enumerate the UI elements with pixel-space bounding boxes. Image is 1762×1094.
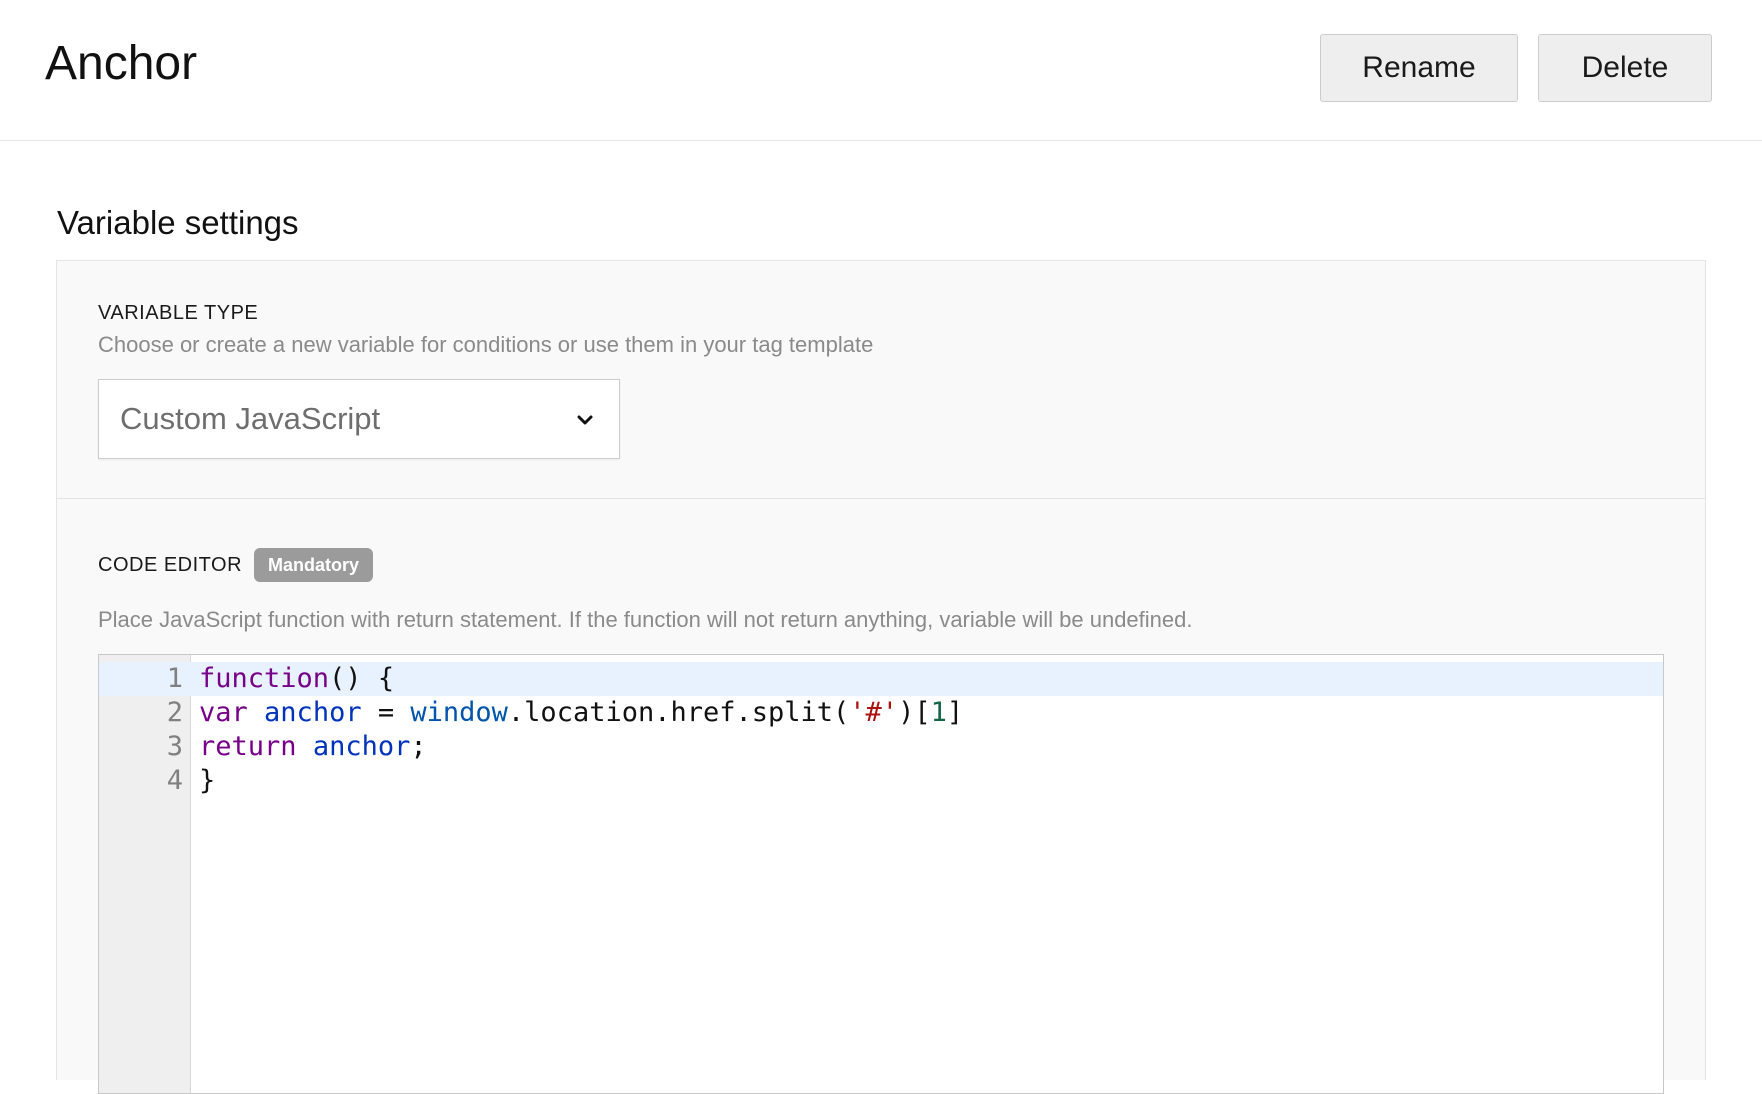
code-editor[interactable]: 1 function() { 2 var anchor = window.locati…	[98, 654, 1664, 1094]
code-line-text: }	[199, 764, 215, 798]
code-editor-label: CODE EDITOR	[98, 554, 243, 576]
section-title: Variable settings	[57, 204, 299, 241]
code-token: .location.href.split(	[507, 697, 850, 728]
code-line-text: var anchor = window.location.href.split(…	[199, 696, 963, 730]
code-line-text: function() {	[199, 662, 394, 696]
chevron-down-icon	[577, 415, 593, 425]
variable-type-label: VARIABLE TYPE	[98, 302, 259, 324]
page-title: Anchor	[45, 37, 198, 90]
code-line[interactable]: 2 var anchor = window.location.href.split…	[99, 696, 1663, 730]
variable-type-select[interactable]: Custom JavaScript	[98, 379, 620, 459]
variable-settings-panel: VARIABLE TYPE Choose or create a new var…	[56, 260, 1706, 1094]
code-editor-help: Place JavaScript function with return st…	[98, 607, 1193, 632]
code-token: anchor	[264, 697, 362, 728]
line-number: 3	[166, 731, 183, 762]
code-line-text: return anchor;	[199, 730, 427, 764]
line-number: 2	[166, 697, 183, 728]
code-token: 1	[930, 697, 947, 728]
code-token: '#'	[849, 697, 899, 728]
code-line[interactable]: 4}	[99, 764, 1663, 798]
mandatory-badge: Mandatory	[254, 548, 374, 582]
code-token: () {	[329, 663, 395, 694]
code-token: anchor	[312, 731, 411, 762]
line-number: 4	[166, 765, 183, 796]
code-line[interactable]: 1 function() {	[99, 662, 1663, 696]
code-token: var	[199, 697, 248, 728]
line-number: 1	[166, 663, 183, 694]
code-line[interactable]: 3 return anchor;	[99, 730, 1663, 764]
code-token: )[	[898, 697, 931, 728]
variable-type-help: Choose or create a new variable for cond…	[98, 332, 874, 357]
rename-button[interactable]: Rename	[1320, 34, 1518, 102]
code-token: ;	[410, 731, 427, 762]
code-token: ]	[946, 697, 964, 728]
code-token: =	[361, 697, 411, 728]
code-token: }	[199, 765, 216, 796]
page-header: Anchor Rename Delete	[0, 0, 1762, 141]
code-token: return	[199, 731, 297, 762]
code-token: function	[199, 663, 330, 694]
code-token: window	[410, 697, 508, 728]
delete-button[interactable]: Delete	[1538, 34, 1712, 102]
variable-type-selected-value: Custom JavaScript	[120, 401, 381, 436]
panel-divider	[57, 498, 1705, 499]
